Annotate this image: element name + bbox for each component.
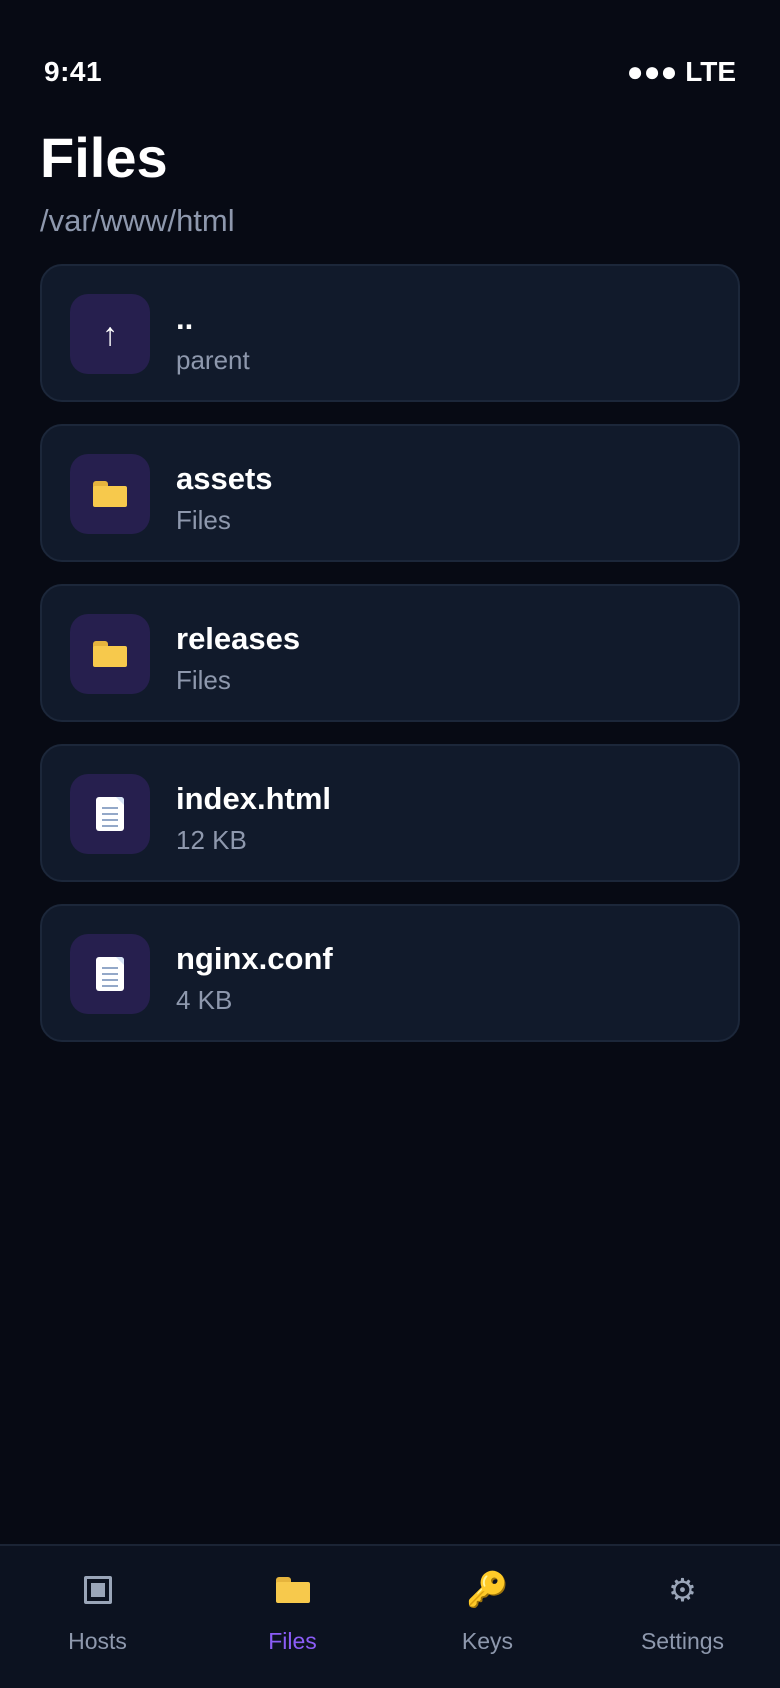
arrow-up-icon: ↑ xyxy=(102,316,118,352)
file-meta: Files xyxy=(176,505,231,535)
status-bar: 9:41 ●●● LTE xyxy=(0,0,780,110)
file-meta: Files xyxy=(176,665,231,695)
tab-files[interactable]: Files xyxy=(195,1546,390,1688)
key-icon: 🔑 xyxy=(466,1571,509,1609)
file-icon-box xyxy=(70,774,150,854)
file-row-releases[interactable]: releases Files xyxy=(40,584,740,722)
hosts-icon xyxy=(83,1576,112,1604)
file-icon-box xyxy=(70,454,150,534)
file-row-assets[interactable]: assets Files xyxy=(40,424,740,562)
tab-icon-wrap: 🔑 xyxy=(390,1570,585,1610)
file-row-nginx-conf[interactable]: nginx.conf 4 KB xyxy=(40,904,740,1042)
file-meta: parent xyxy=(176,345,250,375)
tab-keys[interactable]: 🔑 Keys xyxy=(390,1546,585,1688)
file-list: ↑ .. parent assets Files releases Files … xyxy=(40,264,740,1064)
file-name: assets xyxy=(176,461,273,496)
file-name: nginx.conf xyxy=(176,941,333,976)
tab-settings[interactable]: ⚙ Settings xyxy=(585,1546,780,1688)
tab-icon-wrap xyxy=(195,1570,390,1610)
tab-bar: Hosts Files 🔑 Keys ⚙ Settings xyxy=(0,1544,780,1688)
folder-icon xyxy=(275,1577,310,1603)
document-icon xyxy=(96,797,124,831)
file-icon-box xyxy=(70,934,150,1014)
tab-icon-wrap: ⚙ xyxy=(585,1570,780,1610)
file-row-index-html[interactable]: index.html 12 KB xyxy=(40,744,740,882)
folder-icon xyxy=(93,641,127,667)
tab-hosts[interactable]: Hosts xyxy=(0,1546,195,1688)
tab-icon-wrap xyxy=(0,1570,195,1610)
tab-label: Settings xyxy=(640,1628,725,1654)
file-name: releases xyxy=(176,621,301,656)
tab-label: Hosts xyxy=(68,1628,127,1654)
tab-label: Keys xyxy=(461,1628,514,1654)
file-icon-box: ↑ xyxy=(70,294,150,374)
document-icon xyxy=(96,957,124,991)
file-meta: 4 KB xyxy=(176,985,233,1015)
file-icon-box xyxy=(70,614,150,694)
tab-label: Files xyxy=(268,1628,317,1654)
gear-icon: ⚙ xyxy=(668,1572,697,1608)
folder-icon xyxy=(93,481,127,507)
file-row-parent[interactable]: ↑ .. parent xyxy=(40,264,740,402)
file-name: .. xyxy=(176,301,194,336)
current-path: /var/www/html xyxy=(40,203,235,238)
status-signal: ●●● LTE xyxy=(626,56,736,87)
file-name: index.html xyxy=(176,781,332,816)
page-title: Files xyxy=(40,126,168,189)
status-time: 9:41 xyxy=(44,56,103,87)
file-meta: 12 KB xyxy=(176,825,247,855)
